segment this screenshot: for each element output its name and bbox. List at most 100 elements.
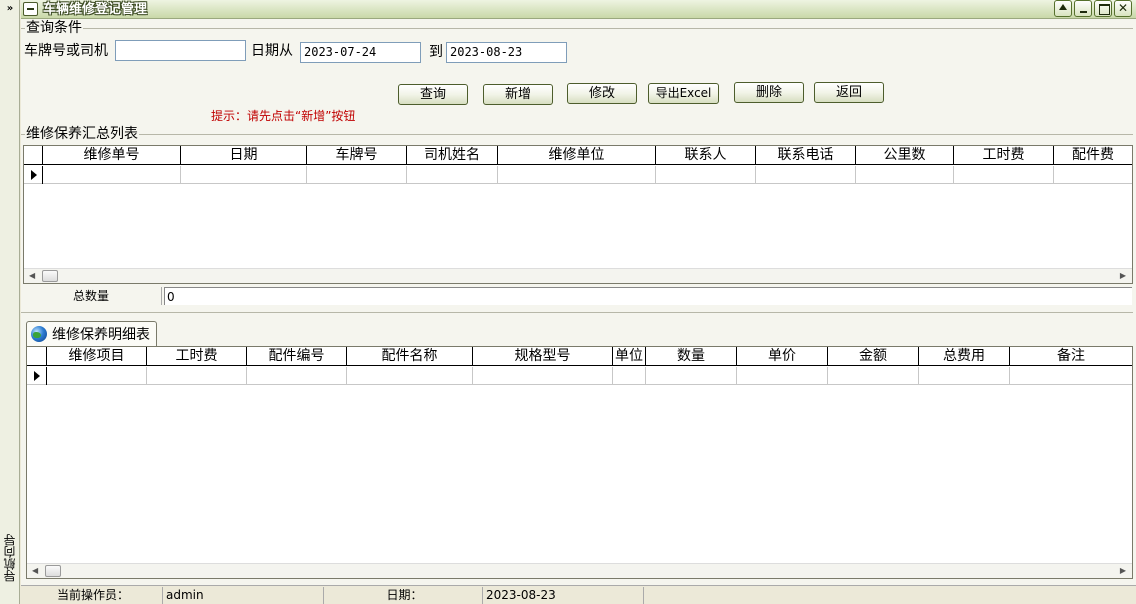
date-from-input[interactable]: 2023-07-24 [300,42,421,63]
date-label: 日期： [324,587,483,604]
grid-cell[interactable] [498,166,656,184]
back-button[interactable]: 返回 [814,82,884,103]
minimize-button[interactable] [1074,0,1092,17]
operator-label: 当前操作员： [21,587,163,604]
query-group-title: 查询条件 [25,19,83,37]
table-row[interactable] [24,166,1132,184]
summary-list-title: 维修保养汇总列表 [25,125,139,143]
detail-grid[interactable]: 维修项目 工时费 配件编号 配件名称 规格型号 单位 数量 单价 金额 总费用 … [26,346,1133,579]
status-empty-cell [644,587,1133,604]
col-header[interactable]: 配件编号 [247,347,347,366]
date-to-input[interactable]: 2023-08-23 [446,42,567,63]
detail-horizontal-scrollbar[interactable]: ◀ ▶ [27,563,1132,578]
col-header[interactable]: 配件名称 [347,347,473,366]
restore-up-button[interactable] [1054,0,1072,17]
scroll-thumb[interactable] [42,270,58,282]
hint-text: 提示：请先点击“新增”按钮 [211,109,356,123]
grid-cell[interactable] [646,367,737,385]
close-button[interactable]: ✕ [1114,0,1132,17]
grid-cell[interactable] [307,166,407,184]
grid-cell[interactable] [1010,367,1132,385]
globe-icon [31,326,47,342]
delete-button[interactable]: 删除 [734,82,804,103]
col-header[interactable]: 金额 [828,347,919,366]
grid-cell[interactable] [407,166,498,184]
maximize-button[interactable] [1094,0,1112,17]
col-header[interactable]: 单价 [737,347,828,366]
system-menu-icon[interactable] [23,2,38,16]
grid-cell[interactable] [656,166,756,184]
edit-button[interactable]: 修改 [567,83,637,104]
current-row-indicator [24,166,43,184]
date-from-label: 日期从 [251,43,293,59]
col-header[interactable]: 总费用 [919,347,1010,366]
col-header[interactable]: 配件费 [1054,146,1132,165]
operator-value: admin [163,587,324,604]
grid-cell[interactable] [43,166,181,184]
col-header[interactable]: 联系人 [656,146,756,165]
grid-cell[interactable] [828,367,919,385]
grid-cell[interactable] [347,367,473,385]
scroll-right-icon[interactable]: ▶ [1120,271,1126,281]
scroll-left-icon[interactable]: ◀ [32,566,38,576]
grid-cell[interactable] [613,367,646,385]
caret-up-icon [1059,4,1067,10]
current-row-indicator [27,367,47,385]
col-header[interactable]: 工时费 [147,347,247,366]
total-count-value: 0 [164,287,1132,305]
col-header[interactable]: 工时费 [954,146,1054,165]
grid-cell[interactable] [737,367,828,385]
table-row[interactable] [27,367,1132,385]
grid-cell[interactable] [919,367,1010,385]
summary-grid-header: 维修单号 日期 车牌号 司机姓名 维修单位 联系人 联系电话 公里数 工时费 配… [24,146,1132,165]
export-excel-button[interactable]: 导出Excel [648,83,719,104]
row-indicator-header [27,347,47,366]
grid-cell[interactable] [756,166,856,184]
total-count-label: 总数量 [21,287,162,305]
grid-cell[interactable] [473,367,613,385]
summary-horizontal-scrollbar[interactable]: ◀ ▶ [24,268,1132,283]
grid-cell[interactable] [247,367,347,385]
col-header[interactable]: 规格型号 [473,347,613,366]
window-controls: ✕ [1054,0,1132,19]
col-header[interactable]: 联系电话 [756,146,856,165]
col-header[interactable]: 司机姓名 [407,146,498,165]
plate-or-driver-label: 车牌号或司机 [24,43,108,59]
section-divider [21,312,1133,313]
close-icon: ✕ [1117,1,1129,15]
summary-grid[interactable]: 维修单号 日期 车牌号 司机姓名 维修单位 联系人 联系电话 公里数 工时费 配… [23,145,1133,284]
grid-cell[interactable] [47,367,147,385]
grid-cell[interactable] [954,166,1054,184]
grid-cell[interactable] [856,166,954,184]
navigation-strip: » 导航向导 [0,0,20,604]
col-header[interactable]: 日期 [181,146,307,165]
tab-detail[interactable]: 维修保养明细表 [26,321,157,346]
scroll-thumb[interactable] [45,565,61,577]
tab-detail-label: 维修保养明细表 [52,327,150,343]
col-header[interactable]: 数量 [646,347,737,366]
scroll-right-icon[interactable]: ▶ [1120,566,1126,576]
navigation-guide-label[interactable]: 导航向导 [1,534,19,582]
summary-total-bar: 总数量 0 [21,287,1133,305]
plate-or-driver-input[interactable] [115,40,246,61]
col-header[interactable]: 备注 [1010,347,1132,366]
date-to-label: 到 [429,44,443,60]
col-header[interactable]: 维修单位 [498,146,656,165]
grid-cell[interactable] [181,166,307,184]
expand-nav-icon[interactable]: » [2,2,18,17]
row-indicator-header [24,146,43,165]
grid-cell[interactable] [1054,166,1132,184]
scroll-left-icon[interactable]: ◀ [29,271,35,281]
col-header[interactable]: 维修单号 [43,146,181,165]
detail-grid-header: 维修项目 工时费 配件编号 配件名称 规格型号 单位 数量 单价 金额 总费用 … [27,347,1132,366]
col-header[interactable]: 公里数 [856,146,954,165]
status-bar: 当前操作员： admin 日期： 2023-08-23 [21,585,1136,604]
search-button[interactable]: 查询 [398,84,468,105]
col-header[interactable]: 车牌号 [307,146,407,165]
grid-cell[interactable] [147,367,247,385]
date-value: 2023-08-23 [483,587,644,604]
col-header[interactable]: 单位 [613,347,646,366]
summary-list-group: 维修保养汇总列表 [21,125,1133,144]
add-button[interactable]: 新增 [483,84,553,105]
col-header[interactable]: 维修项目 [47,347,147,366]
